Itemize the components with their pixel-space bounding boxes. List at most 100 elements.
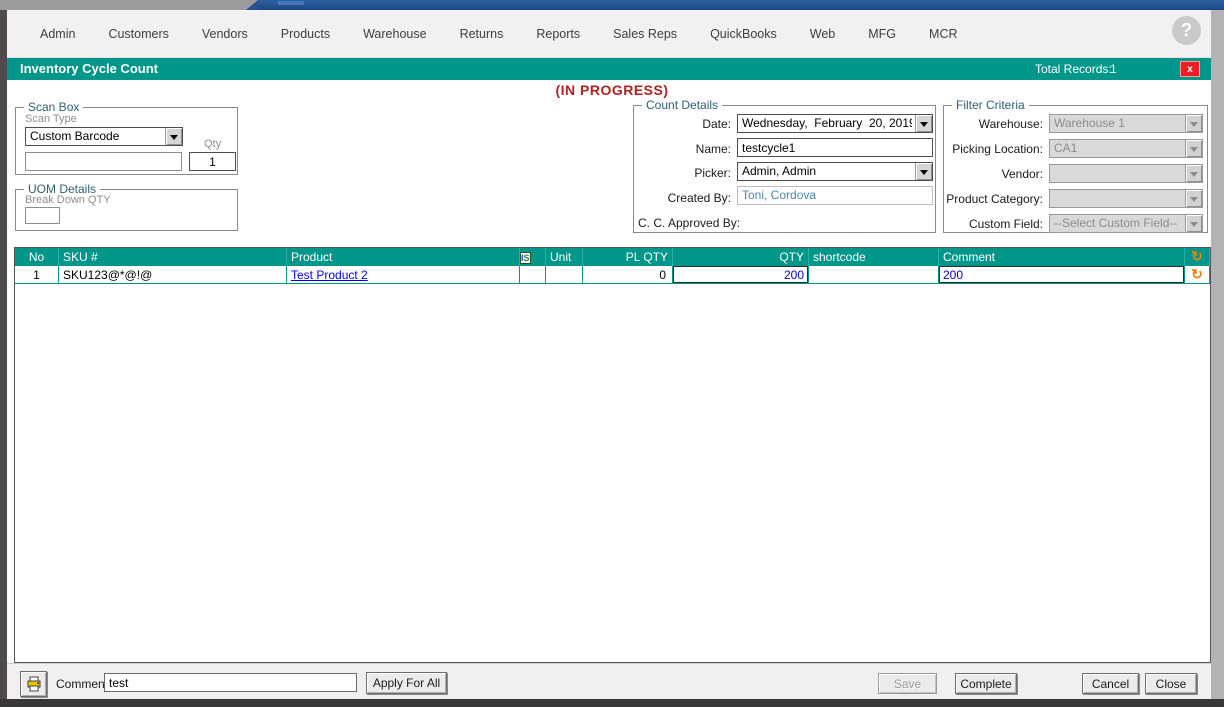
total-records-label: Total Records: [1035,62,1112,76]
total-records-value: 1 [1110,62,1117,76]
menu-item-customers[interactable]: Customers [108,27,168,41]
menu-item-web[interactable]: Web [810,27,835,41]
filter-criteria-group: Filter Criteria Warehouse: Warehouse 1 P… [943,105,1208,233]
count-details-legend: Count Details [642,98,722,112]
menu-item-returns[interactable]: Returns [460,27,504,41]
grid-header-refresh[interactable]: ↻ [1185,248,1210,266]
footer-bar: Comment: Apply For All Save Complete Can… [7,663,1211,699]
apply-for-all-button[interactable]: Apply For All [366,672,447,694]
window-bottom-border [0,699,1224,707]
scan-barcode-input[interactable] [25,152,182,171]
grid-header-sku: SKU # [59,248,287,266]
grid-cell-is [520,266,546,284]
scan-type-value: Custom Barcode [30,129,162,143]
grid-header-unit: Unit [546,248,583,266]
scan-qty-label: Qty [204,138,221,150]
grid-header-shortcode: shortcode [809,248,939,266]
grid-cell-comment: 200 [939,266,1185,284]
grid-cell-unit [546,266,583,284]
grid-header-is: IS [520,248,546,266]
chevron-down-icon[interactable] [165,128,182,145]
cycle-name-input[interactable] [737,138,933,157]
picker-label: Picker: [634,166,731,180]
close-button[interactable]: Close [1145,673,1197,694]
count-details-group: Count Details Date: Wednesday, February … [633,105,936,233]
uom-details-group: UOM Details Break Down QTY [15,189,238,231]
window-right-border [1211,10,1224,699]
chevron-down-icon[interactable] [915,163,932,180]
grid-header-no: No [15,248,59,266]
created-by-value: Toni, Cordova [737,186,933,205]
picking-location-value: CA1 [1054,141,1182,155]
date-value: Wednesday, February 20, 2019 [742,116,912,130]
save-button: Save [878,673,937,694]
complete-button[interactable]: Complete [955,673,1017,694]
date-select[interactable]: Wednesday, February 20, 2019 [737,114,933,133]
product-category-select [1049,189,1203,208]
product-category-label: Product Category: [944,192,1043,206]
breakdown-qty-input[interactable] [25,207,60,224]
table-row: 1 SKU123@*@!@ Test Product 2 0 200 200 ↻ [15,266,1210,284]
cycle-count-grid: No SKU # Product IS Unit PL QTY QTY shor… [14,247,1211,663]
menu-item-reports[interactable]: Reports [536,27,580,41]
printer-icon [26,676,42,692]
scan-box-group: Scan Box Scan Type Custom Barcode Qty [15,107,238,175]
vendor-select [1049,164,1203,183]
grid-cell-refresh[interactable]: ↻ [1185,266,1210,284]
scan-qty-input[interactable] [189,152,236,171]
refresh-icon[interactable]: ↻ [1185,249,1209,263]
warehouse-label: Warehouse: [944,117,1043,131]
cancel-button[interactable]: Cancel [1082,673,1139,694]
qty-cell-input[interactable]: 200 [673,266,808,283]
product-link[interactable]: Test Product 2 [291,268,368,282]
grid-cell-sku: SKU123@*@!@ [59,266,287,284]
chevron-down-icon [1185,165,1202,182]
grid-header-pl-qty: PL QTY [583,248,673,266]
menu-item-quickbooks[interactable]: QuickBooks [710,27,777,41]
scan-type-select[interactable]: Custom Barcode [25,127,183,146]
chevron-down-icon [1185,215,1202,232]
breakdown-qty-label: Break Down QTY [25,194,111,206]
grid-header-product: Product [287,248,520,266]
picker-select[interactable]: Admin, Admin [737,162,933,181]
chevron-down-icon[interactable] [915,115,932,132]
grid-cell-shortcode [809,266,939,284]
custom-field-select: --Select Custom Field-- [1049,214,1203,233]
background-titlebar-strip [258,0,1224,10]
scan-type-label: Scan Type [25,113,77,125]
name-label: Name: [634,142,731,156]
menu-item-admin[interactable]: Admin [40,27,75,41]
grid-cell-product: Test Product 2 [287,266,520,284]
vendor-label: Vendor: [944,167,1043,181]
warehouse-value: Warehouse 1 [1054,116,1182,130]
chevron-down-icon [1185,190,1202,207]
help-icon[interactable]: ? [1172,16,1201,45]
picking-location-label: Picking Location: [944,142,1043,156]
menu-item-products[interactable]: Products [281,27,330,41]
comment-input[interactable] [104,673,357,692]
grid-cell-pl-qty: 0 [583,266,673,284]
refresh-icon[interactable]: ↻ [1185,267,1209,281]
menu-item-mcr[interactable]: MCR [929,27,957,41]
menu-item-warehouse[interactable]: Warehouse [363,27,426,41]
menu-item-sales-reps[interactable]: Sales Reps [613,27,677,41]
warehouse-select: Warehouse 1 [1049,114,1203,133]
scan-box-legend: Scan Box [24,100,83,114]
page-title: Inventory Cycle Count [20,61,158,76]
window-left-border [0,10,7,699]
menu-item-mfg[interactable]: MFG [868,27,896,41]
background-tab-edge [246,0,258,10]
date-label: Date: [634,117,731,131]
close-icon[interactable]: x [1180,61,1200,77]
print-button[interactable] [20,671,47,697]
status-banner: (IN PROGRESS) [0,82,1224,98]
app-window: Admin Customers Vendors Products Warehou… [0,0,1224,707]
comment-cell-input[interactable]: 200 [939,266,1184,283]
filter-criteria-legend: Filter Criteria [952,98,1029,112]
menu-item-vendors[interactable]: Vendors [202,27,248,41]
custom-field-label: Custom Field: [944,217,1043,231]
picker-value: Admin, Admin [742,164,912,178]
approved-by-label: C. C. Approved By: [638,216,740,230]
main-menubar: Admin Customers Vendors Products Warehou… [7,10,1211,58]
chevron-down-icon [1185,115,1202,132]
